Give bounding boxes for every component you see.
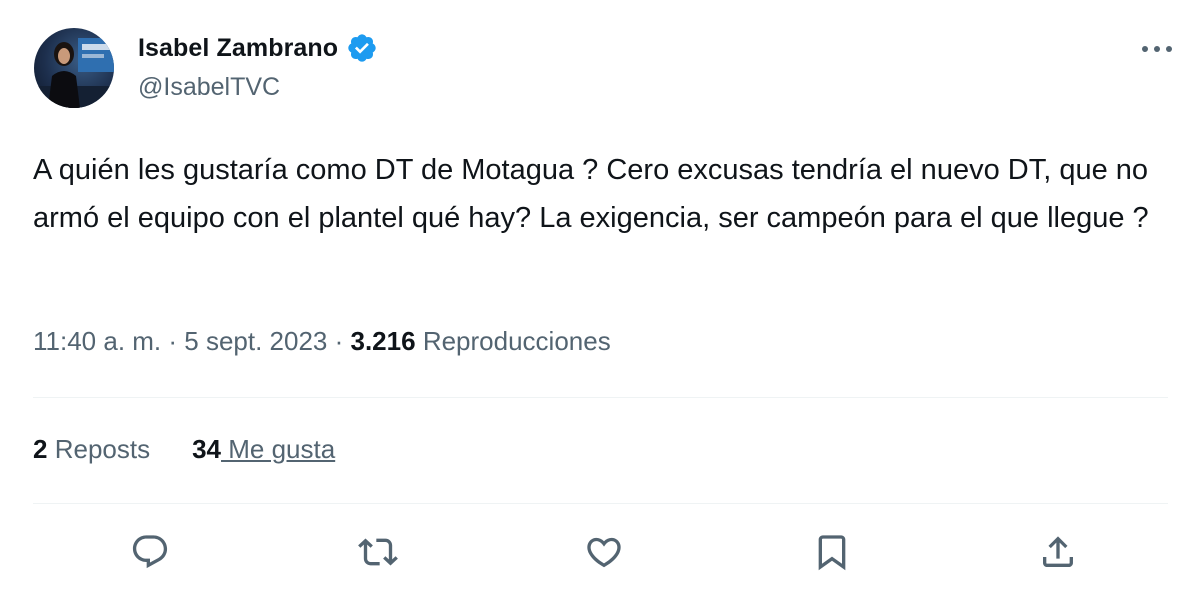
more-dots-icon [1142,46,1172,52]
avatar[interactable] [34,28,114,108]
author-name[interactable]: Isabel Zambrano [138,32,378,64]
share-icon [1043,536,1073,567]
tweet-text: A quién les gustaría como DT de Motagua … [33,154,1149,234]
like-button[interactable] [582,530,626,574]
verified-badge-icon [348,34,376,62]
divider [33,397,1168,398]
author-name-text[interactable]: Isabel Zambrano [138,34,338,63]
likes-label: Me gusta [221,434,336,464]
likes-stat[interactable]: 34 Me gusta [192,434,335,465]
reposts-stat[interactable]: 2 Reposts [33,434,150,465]
bookmark-icon [818,535,846,571]
repost-icon [358,538,398,566]
tweet-time[interactable]: 11:40 a. m. [33,326,161,356]
bookmark-button[interactable] [810,530,854,574]
reply-icon [132,535,168,569]
views-count: 3.216 [350,326,416,356]
action-bar [0,520,1200,584]
author-handle[interactable]: @IsabelTVC [138,73,280,102]
avatar-photo [34,38,114,108]
engagement-stats: 2 Reposts 34 Me gusta [33,434,335,465]
reposts-count: 2 [33,434,48,464]
more-options-button[interactable] [1138,36,1176,62]
meta-separator: · [161,326,185,356]
likes-count: 34 [192,434,222,464]
tweet-meta: 11:40 a. m. · 5 sept. 2023 · 3.216 Repro… [33,326,611,357]
views-label: Reproducciones [422,326,611,356]
reposts-label: Reposts [54,434,151,464]
like-icon [587,537,621,568]
share-button[interactable] [1036,530,1080,574]
reply-button[interactable] [128,530,172,574]
repost-button[interactable] [356,530,400,574]
tweet-date[interactable]: 5 sept. 2023 [184,326,327,356]
divider [33,503,1168,504]
meta-separator: · [327,326,351,356]
